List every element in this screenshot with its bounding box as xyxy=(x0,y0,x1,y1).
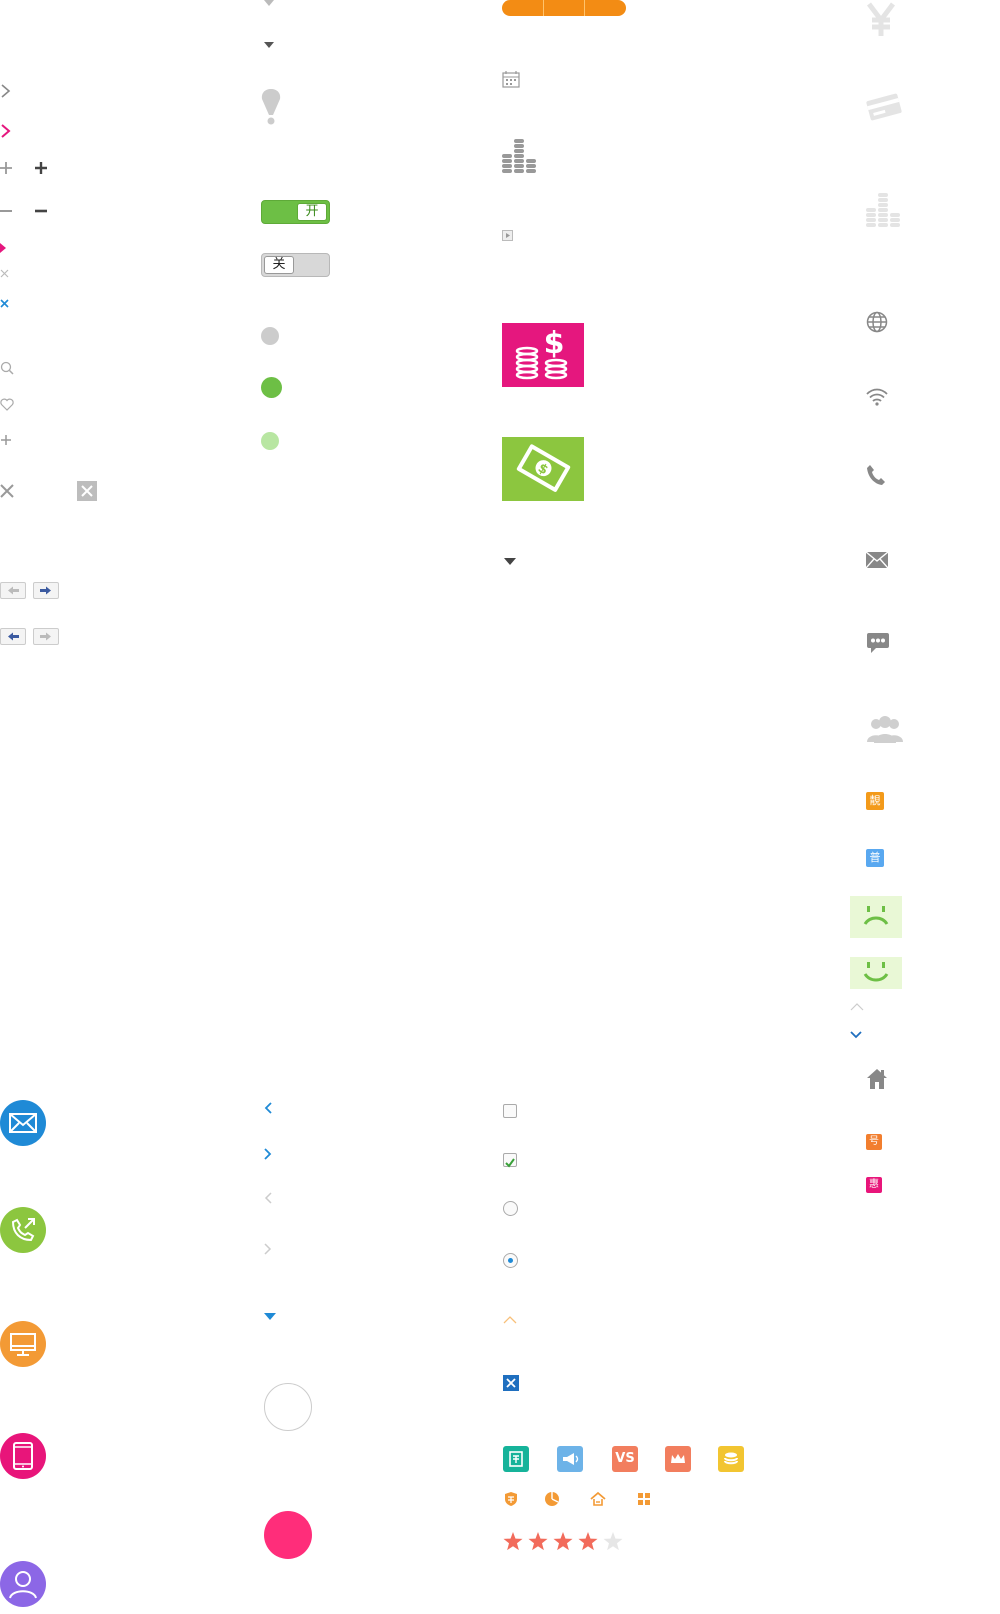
chat-bubble-icon[interactable] xyxy=(866,632,890,654)
money-coins-tile: $ xyxy=(502,323,584,387)
tag-hui: 惠 xyxy=(866,1177,882,1193)
chevron-left-gray-icon[interactable] xyxy=(264,1192,272,1204)
toggle-on-label: 开 xyxy=(297,203,327,221)
checkbox-checked[interactable] xyxy=(503,1153,517,1168)
play-small-icon[interactable] xyxy=(502,230,513,241)
prev-button-disabled[interactable] xyxy=(0,582,26,599)
card-icon xyxy=(866,93,902,121)
user-icon[interactable] xyxy=(0,1561,46,1607)
radio-checked[interactable] xyxy=(503,1253,518,1268)
toggle-switch-on[interactable]: 开 xyxy=(261,200,330,224)
chevron-down-blue-icon[interactable] xyxy=(850,1031,862,1039)
svg-text:$: $ xyxy=(544,326,565,361)
close-box-icon[interactable] xyxy=(77,481,97,501)
status-dot-gray xyxy=(261,327,279,345)
caret-down-dark-icon[interactable] xyxy=(504,558,516,565)
calendar-icon[interactable] xyxy=(502,70,520,88)
heart-icon[interactable] xyxy=(0,398,14,411)
megaphone-box-icon[interactable] xyxy=(557,1446,583,1472)
pie-chart-icon xyxy=(544,1491,560,1507)
chevron-right-icon[interactable] xyxy=(0,84,12,98)
shield-badge-icon xyxy=(503,1491,519,1507)
caret-right-pink-icon xyxy=(0,243,6,253)
tag-pu: 普 xyxy=(866,849,884,867)
star-filled-icon[interactable] xyxy=(553,1532,573,1551)
gift-icon xyxy=(636,1491,652,1507)
search-icon[interactable] xyxy=(0,361,14,375)
coins-stack-light-icon xyxy=(866,192,902,230)
close-icon[interactable] xyxy=(0,484,14,498)
vs-box-icon[interactable]: VS xyxy=(612,1446,638,1472)
caret-down-icon[interactable] xyxy=(264,42,274,48)
close-box-blue-icon[interactable] xyxy=(503,1375,519,1391)
star-filled-icon[interactable] xyxy=(528,1532,548,1551)
envelope-icon[interactable] xyxy=(866,552,888,568)
plus-thin-icon[interactable] xyxy=(0,162,12,174)
close-small-gray-icon[interactable] xyxy=(0,269,9,278)
coins-stack-icon xyxy=(502,138,538,176)
exclamation-icon xyxy=(261,89,281,125)
globe-icon[interactable] xyxy=(866,311,888,333)
toggle-switch-off[interactable]: 关 xyxy=(261,253,330,277)
plus-bold-icon[interactable] xyxy=(35,162,47,174)
next-button-disabled[interactable] xyxy=(33,628,59,645)
tag-liang: 靚 xyxy=(866,792,884,810)
checkbox-unchecked[interactable] xyxy=(503,1104,517,1118)
coin-box-icon[interactable] xyxy=(718,1446,744,1472)
star-empty-icon[interactable] xyxy=(603,1532,623,1551)
star-filled-icon[interactable] xyxy=(503,1532,523,1551)
cash-tile: $ xyxy=(502,437,584,501)
calendar-box-icon[interactable] xyxy=(503,1446,529,1472)
mail-icon[interactable] xyxy=(0,1100,46,1146)
chevron-right-active-icon[interactable] xyxy=(0,124,12,138)
radio-circle-filled[interactable] xyxy=(264,1511,312,1559)
house-icon xyxy=(590,1491,606,1507)
status-dot-light-green xyxy=(261,432,279,450)
close-small-blue-icon[interactable] xyxy=(0,299,9,308)
phone-icon[interactable] xyxy=(866,464,886,486)
radio-circle-empty[interactable] xyxy=(264,1383,312,1431)
caret-down-blue-icon[interactable] xyxy=(264,1313,276,1320)
toggle-off-label: 关 xyxy=(264,256,294,274)
chevron-left-blue-icon[interactable] xyxy=(264,1102,272,1114)
status-dot-green xyxy=(261,377,282,398)
chevron-up-orange-icon[interactable] xyxy=(503,1316,517,1324)
home-icon[interactable] xyxy=(866,1068,888,1090)
happy-face-box xyxy=(850,957,902,989)
tag-hao: 号 xyxy=(866,1134,882,1150)
group-icon[interactable] xyxy=(866,716,904,744)
desktop-icon[interactable] xyxy=(0,1321,46,1367)
minus-bold-icon[interactable] xyxy=(35,209,47,213)
sad-face-box xyxy=(850,896,902,938)
crown-box-icon[interactable] xyxy=(665,1446,691,1472)
star-filled-icon[interactable] xyxy=(578,1532,598,1551)
progress-segments xyxy=(502,0,626,16)
next-button[interactable] xyxy=(33,582,59,599)
chevron-right-blue-icon[interactable] xyxy=(264,1148,272,1160)
yen-icon xyxy=(866,2,896,38)
star-rating[interactable] xyxy=(502,1531,632,1553)
chevron-up-light-icon[interactable] xyxy=(850,1003,864,1011)
prev-button[interactable] xyxy=(0,628,26,645)
wifi-icon[interactable] xyxy=(866,388,888,406)
plus-small-icon[interactable] xyxy=(0,434,12,446)
radio-unchecked[interactable] xyxy=(503,1201,518,1216)
tablet-icon[interactable] xyxy=(0,1433,46,1479)
chevron-right-gray-icon[interactable] xyxy=(264,1243,272,1255)
caret-down-light-icon[interactable] xyxy=(264,0,274,6)
minus-thin-icon[interactable] xyxy=(0,209,12,213)
phone-outgoing-icon[interactable] xyxy=(0,1207,46,1253)
